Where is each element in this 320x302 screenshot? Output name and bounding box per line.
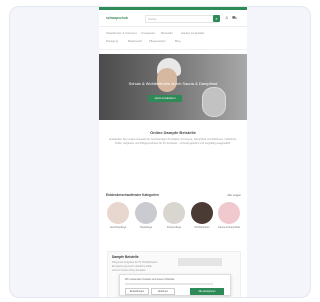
search-placeholder: Suche bbox=[148, 17, 157, 21]
categories-all-link[interactable]: Alle zeigen bbox=[227, 193, 241, 197]
promo-line: Entspannung durch natürliche Düfte bbox=[112, 265, 152, 268]
category-item[interactable]: Sauna & Dampfbad bbox=[217, 202, 241, 229]
cookie-settings-button[interactable]: Einstellungen bbox=[125, 288, 149, 295]
intro-text: Entdecken Sie unsere Auswahl an hochwert… bbox=[109, 138, 237, 145]
category-label: Körperpflege bbox=[166, 226, 182, 229]
cookie-decline-button[interactable]: Ablehnen bbox=[151, 288, 175, 295]
site-logo[interactable]: schwapschub bbox=[106, 16, 128, 20]
intro-section: Online Dampfe Beistelle Entdecken Sie un… bbox=[109, 130, 237, 146]
cookie-text: Wir verwenden Cookies auf unserer Websit… bbox=[125, 278, 175, 281]
category-label: Haarpflege bbox=[139, 226, 153, 229]
hero-image-mirror bbox=[202, 87, 226, 117]
category-item[interactable]: Haarpflege bbox=[134, 202, 158, 229]
hero-banner: Schutz & Wohlbefinden durch Sauna & Damp… bbox=[99, 54, 247, 120]
hero-title: Schutz & Wohlbefinden durch Sauna & Damp… bbox=[128, 81, 218, 86]
nav-item-hauttyp[interactable]: Hauttyp & Hautalter bbox=[181, 32, 204, 35]
cookie-text-line bbox=[125, 283, 213, 285]
nav-item-blog[interactable]: Blog bbox=[175, 40, 180, 43]
cookie-banner: Wir verwenden Cookies auf unserer Websit… bbox=[119, 274, 231, 296]
category-label: Wohlbefinden bbox=[194, 226, 210, 229]
site-header: schwapschub Suche ⌕ ♙ ⛟ bbox=[99, 10, 247, 27]
categories-title: Entdeckerschaufenster Kategorien bbox=[106, 193, 159, 197]
promo-line: Jetzt im Online-Shop bestellen bbox=[112, 269, 146, 272]
nav-item-pflegeverkauf[interactable]: Pflegeverkauf bbox=[149, 40, 165, 43]
cookie-accept-button[interactable]: Alle akzeptieren bbox=[190, 288, 224, 295]
user-icon[interactable]: ♙ bbox=[225, 15, 229, 20]
main-navigation: Stapelfronten & Sortiment Grosspacks Bes… bbox=[99, 27, 247, 50]
category-image bbox=[107, 202, 129, 224]
screenshot-frame: schwapschub Suche ⌕ ♙ ⛟ Stapelfronten & … bbox=[9, 6, 311, 298]
nav-item-bestseller[interactable]: Bestseller bbox=[161, 32, 173, 35]
category-label: Sauna & Dampfbad bbox=[218, 226, 240, 229]
search-icon: ⌕ bbox=[215, 16, 218, 21]
nav-item-badezusatz[interactable]: Badezusatz bbox=[128, 40, 142, 43]
category-image bbox=[191, 202, 213, 224]
hero-image-face bbox=[157, 68, 177, 92]
cart-icon[interactable]: ⛟ bbox=[232, 15, 237, 21]
category-item[interactable]: Wohlbefinden bbox=[190, 202, 214, 229]
intro-title: Online Dampfe Beistelle bbox=[150, 130, 196, 135]
categories-section: Entdeckerschaufenster Kategorien Alle ze… bbox=[106, 193, 241, 229]
category-item[interactable]: Körperpflege bbox=[162, 202, 186, 229]
promo-line: Pflegende Aufgüsse für Ihr Wohlbefinden bbox=[112, 261, 158, 264]
category-image bbox=[135, 202, 157, 224]
search-input[interactable]: Suche bbox=[145, 15, 219, 23]
promo-image bbox=[178, 258, 222, 266]
promo-title: Dampfe Beistelle bbox=[112, 255, 139, 259]
web-page: schwapschub Suche ⌕ ♙ ⛟ Stapelfronten & … bbox=[99, 7, 247, 297]
nav-item-grosspacks[interactable]: Grosspacks bbox=[141, 32, 155, 35]
category-item[interactable]: Gesichtspflege bbox=[106, 202, 130, 229]
hero-cta-button[interactable]: Jetzt entdecken bbox=[148, 95, 182, 102]
nav-item-sortiment[interactable]: Stapelfronten & Sortiment bbox=[106, 32, 137, 35]
category-image bbox=[218, 202, 240, 224]
category-image bbox=[163, 202, 185, 224]
category-label: Gesichtspflege bbox=[109, 226, 127, 229]
nav-item-reinigung[interactable]: Reinigung bbox=[106, 40, 118, 43]
search-button[interactable]: ⌕ bbox=[213, 15, 220, 22]
